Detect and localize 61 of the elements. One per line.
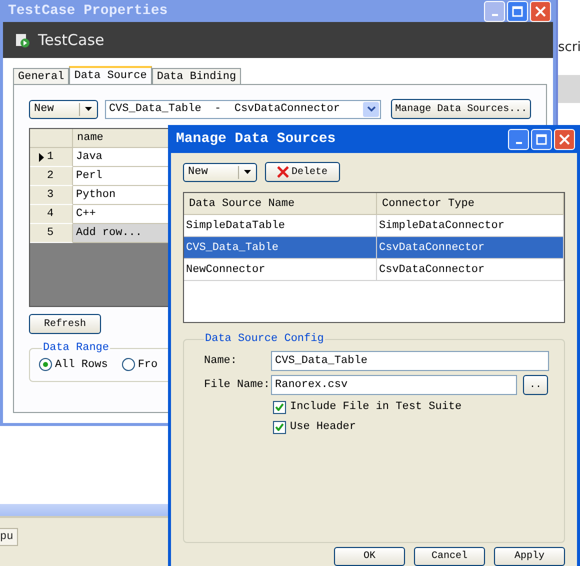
- maximize-icon: [536, 134, 547, 144]
- file-name-field[interactable]: Ranorex.csv: [271, 375, 517, 395]
- row-header[interactable]: 2: [30, 167, 73, 186]
- minimize-icon: [492, 14, 498, 16]
- chevron-down-icon: [366, 106, 376, 112]
- group-title: Data Source Config: [204, 333, 325, 345]
- check-icon: [275, 403, 284, 411]
- radio-option[interactable]: All Rows: [39, 358, 108, 371]
- close-icon: [535, 6, 546, 16]
- manage-data-sources-button[interactable]: Manage Data Sources...: [391, 99, 532, 119]
- browse-button[interactable]: ..: [523, 375, 548, 395]
- header-title: TestCase: [38, 31, 104, 49]
- checkbox[interactable]: Include File in Test Suite: [273, 399, 556, 415]
- grid-corner: [30, 129, 73, 148]
- background-tab[interactable]: pu: [0, 528, 18, 546]
- close-button[interactable]: [530, 0, 551, 22]
- row-header[interactable]: 5: [30, 224, 73, 243]
- group-title: Data Range: [42, 342, 110, 354]
- table-cell[interactable]: CVS_Data_Table: [184, 237, 377, 259]
- testcase-icon: [15, 32, 30, 48]
- maximize-button[interactable]: [531, 128, 552, 150]
- close-button[interactable]: [554, 128, 575, 150]
- name-label: Name:: [204, 355, 238, 367]
- close-icon: [559, 134, 570, 144]
- window-title: TestCase Properties: [8, 3, 168, 19]
- check-icon: [275, 423, 284, 431]
- dialog-button[interactable]: OK: [334, 547, 405, 566]
- new-split-button[interactable]: New: [183, 162, 257, 182]
- row-header[interactable]: 1: [30, 148, 73, 167]
- row-header[interactable]: 3: [30, 186, 73, 205]
- data-source-select[interactable]: CVS_Data_Table - CsvDataConnector: [104, 100, 382, 118]
- tab[interactable]: Data Binding: [152, 68, 242, 84]
- table-cell[interactable]: CsvDataConnector: [377, 259, 564, 281]
- minimize-icon: [516, 142, 522, 144]
- column-header: Connector Type: [377, 193, 564, 215]
- file-name-label: File Name:: [204, 379, 271, 391]
- background-text: scri: [558, 40, 580, 55]
- column-header: Data Source Name: [184, 193, 377, 215]
- maximize-icon: [512, 6, 523, 16]
- maximize-button[interactable]: [507, 0, 528, 22]
- delete-button[interactable]: Delete: [265, 162, 340, 182]
- dialog-button[interactable]: Apply: [494, 547, 565, 566]
- table-cell[interactable]: SimpleDataConnector: [377, 215, 564, 237]
- delete-icon: [277, 166, 290, 178]
- minimize-button[interactable]: [508, 128, 529, 150]
- minimize-button[interactable]: [484, 0, 505, 22]
- tab[interactable]: Data Source: [69, 66, 152, 84]
- table-cell[interactable]: NewConnector: [184, 259, 377, 281]
- caret-icon: [244, 170, 251, 174]
- refresh-button[interactable]: Refresh: [29, 314, 101, 334]
- new-split-button[interactable]: New: [29, 100, 98, 118]
- table-cell[interactable]: CsvDataConnector: [377, 237, 564, 259]
- caret-icon: [84, 107, 92, 111]
- radio-option[interactable]: Fro: [122, 358, 158, 371]
- tab[interactable]: General: [13, 68, 70, 84]
- checkbox[interactable]: Use Header: [273, 419, 556, 435]
- dialog-button[interactable]: Cancel: [414, 547, 485, 566]
- name-field[interactable]: CVS_Data_Table: [271, 351, 549, 371]
- row-header[interactable]: 4: [30, 205, 73, 224]
- table-cell[interactable]: SimpleDataTable: [184, 215, 377, 237]
- current-row-icon: [39, 152, 44, 162]
